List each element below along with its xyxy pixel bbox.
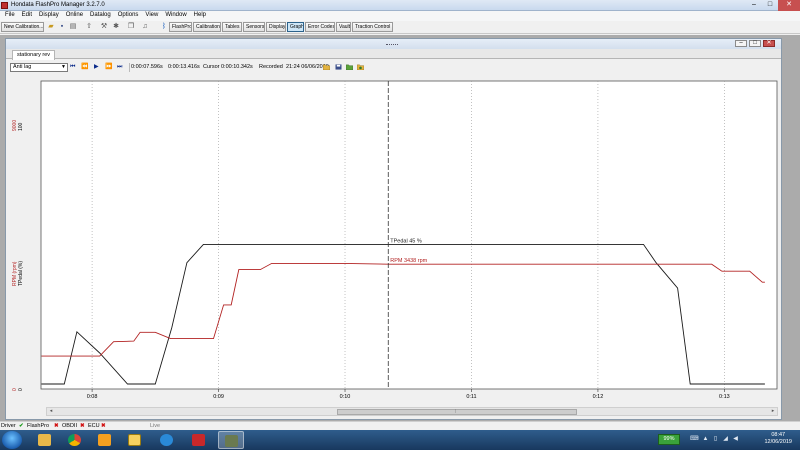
chevron-up-icon[interactable]: ▲	[702, 436, 709, 443]
open-folder-icon[interactable]: ▰	[47, 23, 55, 31]
keyboard-icon[interactable]: ⌨	[690, 436, 699, 443]
music-icon[interactable]: ♫	[141, 23, 149, 31]
windows-taskbar: 99% ⌨ ▲ ▯ ◢ ◀ 08:47 12/06/2019	[0, 430, 800, 450]
close-button[interactable]: ✕	[778, 0, 800, 11]
maximize-button[interactable]: □	[762, 0, 778, 11]
menu-help[interactable]: Help	[191, 11, 210, 21]
menu-online[interactable]: Online	[63, 11, 87, 21]
vault-button[interactable]: Vault	[336, 22, 351, 32]
start-button[interactable]	[2, 431, 22, 449]
ecu-status: ECU	[88, 423, 100, 429]
horizontal-scrollbar[interactable]: ◂ ⦙ ▸	[46, 407, 778, 416]
plot-area[interactable]	[40, 80, 778, 390]
menu-edit[interactable]: Edit	[19, 11, 36, 21]
flashpro-button[interactable]: FlashPro	[169, 22, 192, 32]
title-bar: Hondata FlashPro Manager 3.2.7.0 – □ ✕	[0, 0, 800, 11]
tools-icon[interactable]: ⚒	[100, 23, 108, 31]
mdi-area: – □ ✕ stationary rev Anti lag ▼ ⏮ ⏪ ▶ ⏩ …	[0, 35, 800, 421]
check-icon: ✔	[19, 423, 24, 429]
gear-icon[interactable]: ✱	[112, 23, 120, 31]
graph-button[interactable]: Graph	[287, 22, 304, 32]
window-title: Hondata FlashPro Manager 3.2.7.0	[11, 2, 105, 8]
photo-viewer-icon	[128, 434, 141, 446]
graph-window: – □ ✕ stationary rev Anti lag ▼ ⏮ ⏪ ▶ ⏩ …	[5, 38, 782, 420]
new-calibration-button[interactable]: New Calibration...	[1, 22, 44, 32]
device-icon[interactable]: ▯	[712, 436, 719, 443]
scroll-grip-icon: ⦙	[455, 409, 457, 415]
cross-icon: ✖	[80, 423, 85, 429]
error-codes-button[interactable]: Error Codes	[305, 22, 335, 32]
menu-file[interactable]: File	[2, 11, 19, 21]
battery-indicator[interactable]: 99%	[658, 434, 680, 445]
print-icon[interactable]: ▤	[69, 23, 77, 31]
x-tick-label: 0:12	[593, 394, 604, 400]
chrome-icon	[68, 434, 81, 446]
tables-button[interactable]: Tables	[222, 22, 242, 32]
flashpro-app-icon	[225, 435, 238, 447]
taskbar-flashpro[interactable]	[218, 431, 244, 449]
taskbar-media[interactable]	[92, 431, 118, 449]
taskbar-clock[interactable]: 08:47 12/06/2019	[764, 432, 792, 446]
upload-icon[interactable]: ⇧	[85, 23, 93, 31]
cross-icon: ✖	[54, 423, 59, 429]
x-tick-label: 0:08	[87, 394, 98, 400]
menu-datalog[interactable]: Datalog	[87, 11, 115, 21]
cursor-value-label: TPedal 45 %	[390, 238, 422, 244]
app-icon	[1, 2, 8, 9]
menu-bar: File Edit Display Online Datalog Options…	[0, 11, 800, 21]
app-window: Hondata FlashPro Manager 3.2.7.0 – □ ✕ F…	[0, 0, 800, 450]
folder-icon	[38, 434, 51, 446]
scroll-right-icon[interactable]: ▸	[769, 408, 777, 415]
taskbar-explorer[interactable]	[32, 431, 58, 449]
mp3-icon	[192, 434, 205, 446]
main-toolbar: New Calibration... ▰ ▪ ▤ ⇧ ⚒ ✱ ❐ ♫ ᛒ Fla…	[0, 21, 800, 34]
internet-explorer-icon	[160, 434, 173, 446]
live-status: Live	[150, 423, 161, 429]
menu-view[interactable]: View	[142, 11, 162, 21]
scroll-left-icon[interactable]: ◂	[47, 408, 55, 415]
copy-icon[interactable]: ❐	[127, 23, 135, 31]
taskbar-ie[interactable]	[154, 431, 180, 449]
minimize-button[interactable]: –	[746, 0, 762, 11]
status-bar: Driver ✔ FlashPro ✖ OBDII ✖ ECU ✖ Live	[0, 421, 800, 430]
cross-icon: ✖	[101, 423, 106, 429]
taskbar-chrome[interactable]	[62, 431, 88, 449]
cursor-value-label: RPM 3438 rpm	[390, 258, 427, 264]
save-icon[interactable]: ▪	[58, 23, 66, 31]
clock-date: 12/06/2019	[764, 439, 792, 445]
menu-window[interactable]: Window	[162, 11, 190, 21]
volume-icon[interactable]: ◀	[732, 436, 739, 443]
menu-display[interactable]: Display	[36, 11, 63, 21]
flashpro-status: FlashPro	[27, 423, 50, 429]
x-tick-label: 0:13	[719, 394, 730, 400]
taskbar-viewer[interactable]	[122, 431, 148, 449]
clock-time: 08:47	[771, 432, 786, 438]
display-button[interactable]: Display	[266, 22, 286, 32]
scrollbar-thumb[interactable]: ⦙	[337, 409, 577, 415]
menu-options[interactable]: Options	[115, 11, 143, 21]
system-tray: 99% ⌨ ▲ ▯ ◢ ◀ 08:47 12/06/2019	[650, 430, 800, 450]
datalog-graph[interactable]: 0:08 0:09 0:10 0:11 0:12 0:13 TPedal 45 % RPM 3…	[6, 39, 783, 421]
x-tick-label: 0:09	[213, 394, 224, 400]
traction-control-button[interactable]: Traction Control	[352, 22, 393, 32]
x-tick-label: 0:11	[466, 394, 476, 400]
calibration-button[interactable]: Calibration	[193, 22, 221, 32]
media-player-icon	[98, 434, 111, 446]
x-tick-label: 0:10	[340, 394, 351, 400]
wifi-icon[interactable]: ◢	[722, 436, 729, 443]
sensors-button[interactable]: Sensors	[243, 22, 265, 32]
obdii-status: OBDII	[62, 423, 77, 429]
bluetooth-icon[interactable]: ᛒ	[160, 23, 168, 31]
taskbar-mp3[interactable]	[186, 431, 212, 449]
driver-label: Driver	[1, 423, 16, 429]
